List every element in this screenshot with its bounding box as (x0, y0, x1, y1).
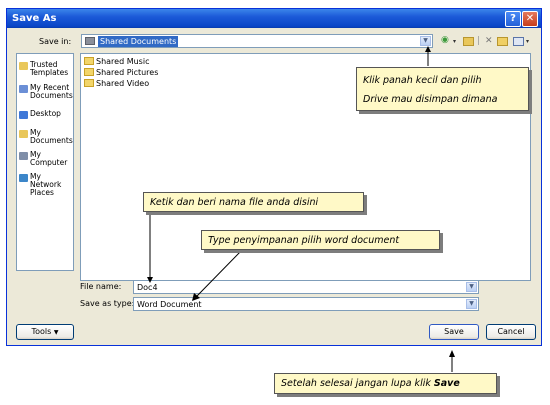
filename-annotation: Ketik dan beri nama file anda disini (143, 192, 364, 212)
save-annotation: Setelah selesai jangan lupa klik Save (274, 373, 497, 394)
filetype-annotation: Type penyimpanan pilih word document (201, 230, 440, 250)
drive-annotation: Klik panah kecil dan pilih Drive mau dis… (356, 67, 529, 111)
